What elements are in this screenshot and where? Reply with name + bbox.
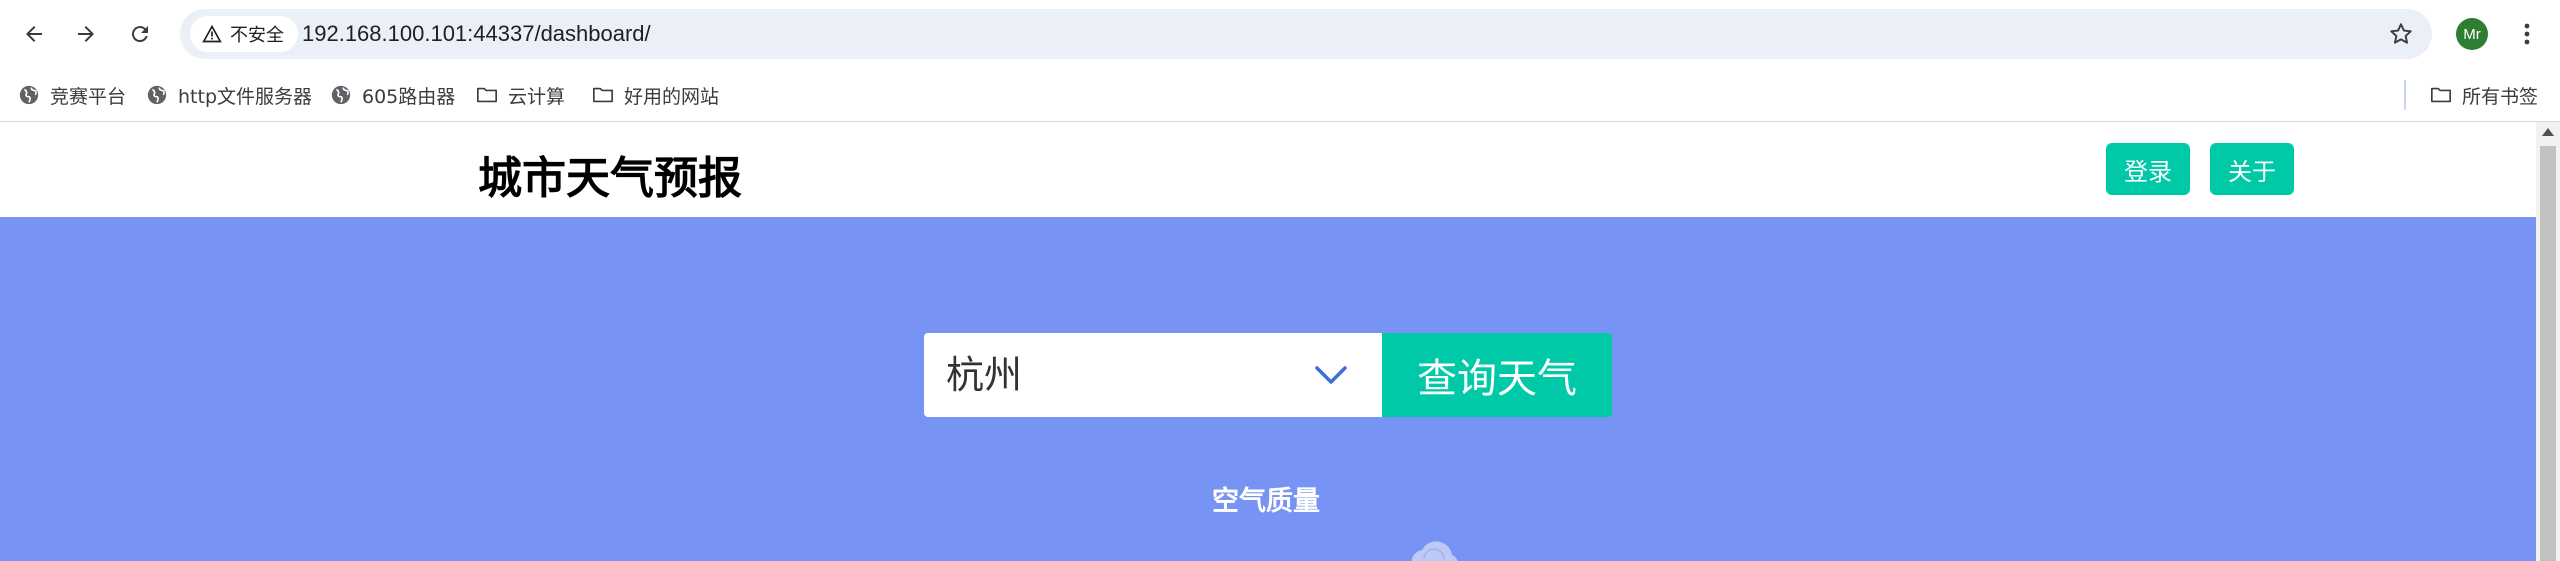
star-icon[interactable] (2388, 21, 2414, 47)
bookmark-label: 好用的网站 (624, 85, 720, 108)
bookmark-folder[interactable]: 云计算 (476, 78, 565, 112)
address-bar[interactable]: 不安全 192.168.100.101:44337/dashboard/ (180, 9, 2432, 59)
query-weather-button[interactable]: 查询天气 (1382, 333, 1612, 417)
city-select-value: 杭州 (946, 353, 1023, 397)
page-title: 城市天气预报 (478, 153, 742, 204)
reload-button[interactable] (120, 14, 160, 54)
page-scrollbar[interactable] (2536, 122, 2560, 561)
warning-icon (202, 24, 222, 43)
url-text[interactable]: 192.168.100.101:44337/dashboard/ (302, 9, 651, 59)
bookmarks-bar: 竞赛平台 http文件服务器 605路由器 云计算 好用的网站 所有书签 (0, 68, 2560, 122)
forward-icon (78, 26, 94, 42)
globe-icon (19, 85, 39, 105)
bookmark-label: 云计算 (508, 85, 566, 108)
about-button[interactable]: 关于 (2210, 143, 2294, 195)
bookmark-label: 605路由器 (362, 85, 456, 108)
bookmark-label: http文件服务器 (178, 85, 313, 108)
back-button[interactable] (14, 14, 54, 54)
more-icon (2524, 23, 2530, 45)
globe-icon (147, 85, 167, 105)
page-viewport: 城市天气预报 登录 关于 杭州 查询天气 空气质量 (0, 122, 2560, 561)
city-select[interactable]: 杭州 (924, 333, 1382, 417)
bookmark-item[interactable]: 竞赛平台 (18, 78, 126, 112)
security-label: 不安全 (230, 25, 284, 46)
security-chip[interactable]: 不安全 (190, 16, 298, 52)
bookmark-label: 竞赛平台 (50, 85, 127, 108)
scrollbar-thumb[interactable] (2540, 146, 2556, 561)
all-bookmarks-folder[interactable]: 所有书签 (2430, 78, 2538, 112)
more-button[interactable] (2512, 16, 2542, 52)
bookmark-item[interactable]: 605路由器 (330, 78, 455, 112)
folder-icon (593, 87, 613, 103)
bookmark-item[interactable]: http文件服务器 (146, 78, 312, 112)
folder-icon (2431, 87, 2451, 103)
bookmark-folder[interactable]: 好用的网站 (592, 78, 719, 112)
all-bookmarks-label: 所有书签 (2462, 85, 2539, 108)
folder-icon (477, 87, 497, 103)
login-button[interactable]: 登录 (2106, 143, 2190, 195)
globe-icon (331, 85, 351, 105)
forward-button[interactable] (66, 14, 106, 54)
hero-section: 杭州 查询天气 空气质量 (0, 217, 2536, 561)
site-header: 城市天气预报 登录 关于 (0, 122, 2536, 217)
air-quality-label: 空气质量 (1212, 486, 1320, 517)
profile-avatar[interactable]: Mr (2456, 18, 2488, 50)
back-icon (26, 26, 42, 42)
chevron-down-icon (1315, 366, 1347, 384)
cloud-icon (1411, 541, 1458, 561)
bookmarks-divider (2404, 80, 2406, 110)
reload-icon (131, 26, 148, 43)
browser-toolbar: 不安全 192.168.100.101:44337/dashboard/ Mr (0, 0, 2560, 68)
scroll-up-icon[interactable] (2542, 128, 2554, 136)
